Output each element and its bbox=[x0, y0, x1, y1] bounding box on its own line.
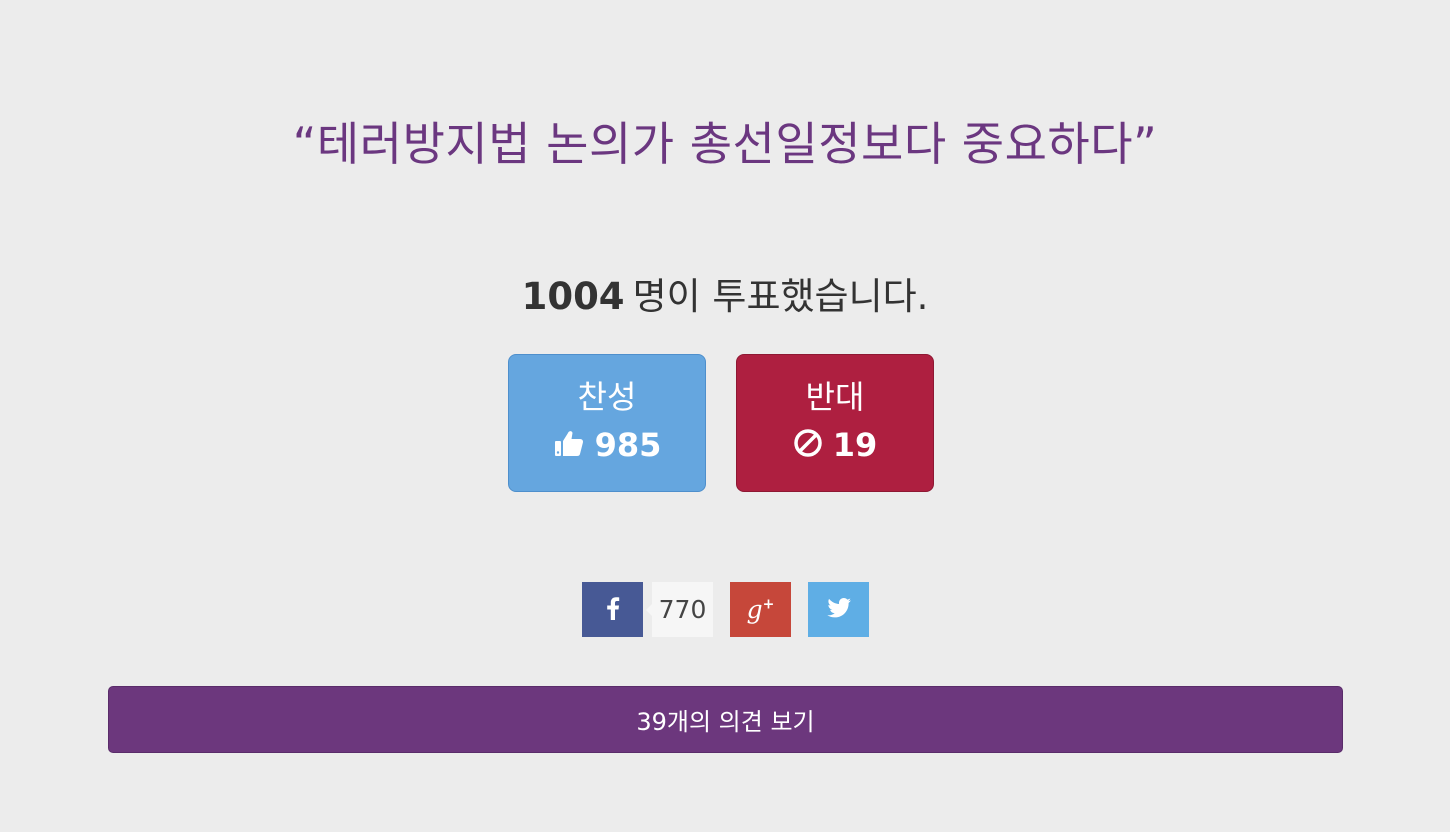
voter-count-number: 1004 bbox=[521, 275, 625, 318]
vote-pro-button[interactable]: 찬성 985 bbox=[508, 354, 706, 492]
twitter-share-button[interactable] bbox=[808, 582, 869, 637]
facebook-share-button[interactable] bbox=[582, 582, 643, 637]
twitter-icon bbox=[826, 597, 851, 622]
google-plus-icon: g+ bbox=[746, 595, 775, 624]
vote-con-label: 반대 bbox=[805, 378, 865, 416]
facebook-share-count: 770 bbox=[646, 582, 713, 637]
voter-count-suffix: 명이 투표했습니다. bbox=[632, 275, 929, 318]
ban-icon bbox=[793, 428, 823, 462]
poll-title: “테러방지법 논의가 총선일정보다 중요하다” bbox=[292, 117, 1158, 171]
voter-count-text: 1004 명이 투표했습니다. bbox=[0, 266, 1450, 320]
vote-pro-count: 985 bbox=[594, 426, 662, 464]
vote-pro-count-row: 985 bbox=[509, 425, 705, 465]
view-opinions-button[interactable]: 39개의 의견 보기 bbox=[108, 686, 1343, 753]
vote-con-count: 19 bbox=[832, 426, 878, 464]
google-plus-share-button[interactable]: g+ bbox=[730, 582, 791, 637]
facebook-icon bbox=[606, 596, 620, 624]
vote-con-button[interactable]: 반대 19 bbox=[736, 354, 934, 492]
thumbs-up-icon bbox=[553, 427, 585, 463]
share-bar: 770 g+ bbox=[582, 582, 869, 637]
vote-pro-label: 찬성 bbox=[577, 378, 637, 416]
vote-con-count-row: 19 bbox=[737, 425, 933, 465]
